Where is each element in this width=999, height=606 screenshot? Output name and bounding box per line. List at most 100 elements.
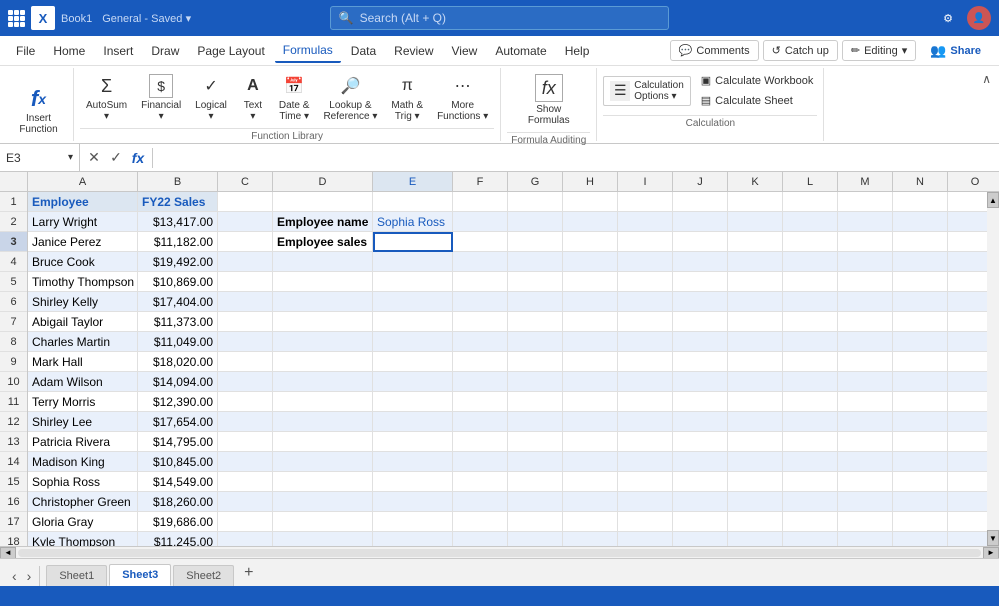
cell-g17[interactable] — [508, 512, 563, 532]
menu-automate[interactable]: Automate — [487, 40, 554, 62]
add-sheet-button[interactable]: + — [236, 560, 261, 586]
cell-m17[interactable] — [838, 512, 893, 532]
cell-e16[interactable] — [373, 492, 453, 512]
cell-k12[interactable] — [728, 412, 783, 432]
col-header-m[interactable]: M — [838, 172, 893, 191]
cell-a17[interactable]: Gloria Gray — [28, 512, 138, 532]
cell-e6[interactable] — [373, 292, 453, 312]
cell-n18[interactable] — [893, 532, 948, 546]
cell-g8[interactable] — [508, 332, 563, 352]
cell-n6[interactable] — [893, 292, 948, 312]
calculation-options-button[interactable]: ☰ CalculationOptions ▾ — [603, 76, 690, 106]
cell-l8[interactable] — [783, 332, 838, 352]
cell-a5[interactable]: Timothy Thompson — [28, 272, 138, 292]
cell-e1[interactable] — [373, 192, 453, 212]
name-box[interactable]: E3 ▾ — [0, 144, 80, 171]
cell-c4[interactable] — [218, 252, 273, 272]
ribbon-collapse-button[interactable]: ∧ — [978, 68, 995, 141]
cell-i15[interactable] — [618, 472, 673, 492]
cell-f15[interactable] — [453, 472, 508, 492]
row-num-18[interactable]: 18 — [0, 532, 27, 546]
cell-o10[interactable] — [948, 372, 987, 392]
row-num-3[interactable]: 3 — [0, 232, 27, 252]
cell-k2[interactable] — [728, 212, 783, 232]
financial-button[interactable]: $ Financial▾ — [135, 70, 187, 126]
cell-c3[interactable] — [218, 232, 273, 252]
cell-f3[interactable] — [453, 232, 508, 252]
cell-i8[interactable] — [618, 332, 673, 352]
cell-k3[interactable] — [728, 232, 783, 252]
cell-h11[interactable] — [563, 392, 618, 412]
cell-l18[interactable] — [783, 532, 838, 546]
logical-button[interactable]: ✓ Logical▾ — [189, 70, 233, 126]
cell-c18[interactable] — [218, 532, 273, 546]
cell-g10[interactable] — [508, 372, 563, 392]
row-num-11[interactable]: 11 — [0, 392, 27, 412]
cell-m14[interactable] — [838, 452, 893, 472]
cell-m12[interactable] — [838, 412, 893, 432]
cell-o13[interactable] — [948, 432, 987, 452]
cell-l16[interactable] — [783, 492, 838, 512]
insert-function-button[interactable]: fx InsertFunction — [13, 83, 63, 139]
cell-k7[interactable] — [728, 312, 783, 332]
autosum-button[interactable]: Σ AutoSum▾ — [80, 70, 133, 126]
cell-n15[interactable] — [893, 472, 948, 492]
cell-a18[interactable]: Kyle Thompson — [28, 532, 138, 546]
col-header-f[interactable]: F — [453, 172, 508, 191]
cell-n2[interactable] — [893, 212, 948, 232]
row-num-1[interactable]: 1 — [0, 192, 27, 212]
math-button[interactable]: π Math &Trig ▾ — [385, 70, 429, 126]
col-header-e[interactable]: E — [373, 172, 453, 191]
cell-n1[interactable] — [893, 192, 948, 212]
cell-o14[interactable] — [948, 452, 987, 472]
cell-e12[interactable] — [373, 412, 453, 432]
cell-j7[interactable] — [673, 312, 728, 332]
cell-m2[interactable] — [838, 212, 893, 232]
cell-d4[interactable] — [273, 252, 373, 272]
cell-e13[interactable] — [373, 432, 453, 452]
cell-j4[interactable] — [673, 252, 728, 272]
cell-b18[interactable]: $11,245.00 — [138, 532, 218, 546]
cell-f16[interactable] — [453, 492, 508, 512]
cell-h6[interactable] — [563, 292, 618, 312]
cell-b11[interactable]: $12,390.00 — [138, 392, 218, 412]
cell-k11[interactable] — [728, 392, 783, 412]
cell-g14[interactable] — [508, 452, 563, 472]
cell-g3[interactable] — [508, 232, 563, 252]
formula-input[interactable] — [153, 144, 999, 171]
row-num-6[interactable]: 6 — [0, 292, 27, 312]
cell-e9[interactable] — [373, 352, 453, 372]
cell-j18[interactable] — [673, 532, 728, 546]
cell-c10[interactable] — [218, 372, 273, 392]
cell-d2[interactable]: Employee name — [273, 212, 373, 232]
cell-m10[interactable] — [838, 372, 893, 392]
cell-n10[interactable] — [893, 372, 948, 392]
cell-i4[interactable] — [618, 252, 673, 272]
cell-a13[interactable]: Patricia Rivera — [28, 432, 138, 452]
share-button[interactable]: 👥 Share — [920, 40, 991, 62]
tab-scroll-left[interactable]: ‹ — [8, 566, 21, 586]
cell-b16[interactable]: $18,260.00 — [138, 492, 218, 512]
cell-c7[interactable] — [218, 312, 273, 332]
cancel-formula-button[interactable]: ✕ — [84, 148, 104, 168]
cell-f10[interactable] — [453, 372, 508, 392]
row-num-5[interactable]: 5 — [0, 272, 27, 292]
cell-j16[interactable] — [673, 492, 728, 512]
row-num-13[interactable]: 13 — [0, 432, 27, 452]
cell-k10[interactable] — [728, 372, 783, 392]
cell-g7[interactable] — [508, 312, 563, 332]
cell-a12[interactable]: Shirley Lee — [28, 412, 138, 432]
cell-a7[interactable]: Abigail Taylor — [28, 312, 138, 332]
cell-l13[interactable] — [783, 432, 838, 452]
cell-b12[interactable]: $17,654.00 — [138, 412, 218, 432]
cell-d10[interactable] — [273, 372, 373, 392]
cell-n7[interactable] — [893, 312, 948, 332]
cell-m18[interactable] — [838, 532, 893, 546]
cell-a9[interactable]: Mark Hall — [28, 352, 138, 372]
cell-j13[interactable] — [673, 432, 728, 452]
sheet-tab-sheet3[interactable]: Sheet3 — [109, 564, 171, 586]
cell-g12[interactable] — [508, 412, 563, 432]
cell-n3[interactable] — [893, 232, 948, 252]
cell-l7[interactable] — [783, 312, 838, 332]
cell-j15[interactable] — [673, 472, 728, 492]
